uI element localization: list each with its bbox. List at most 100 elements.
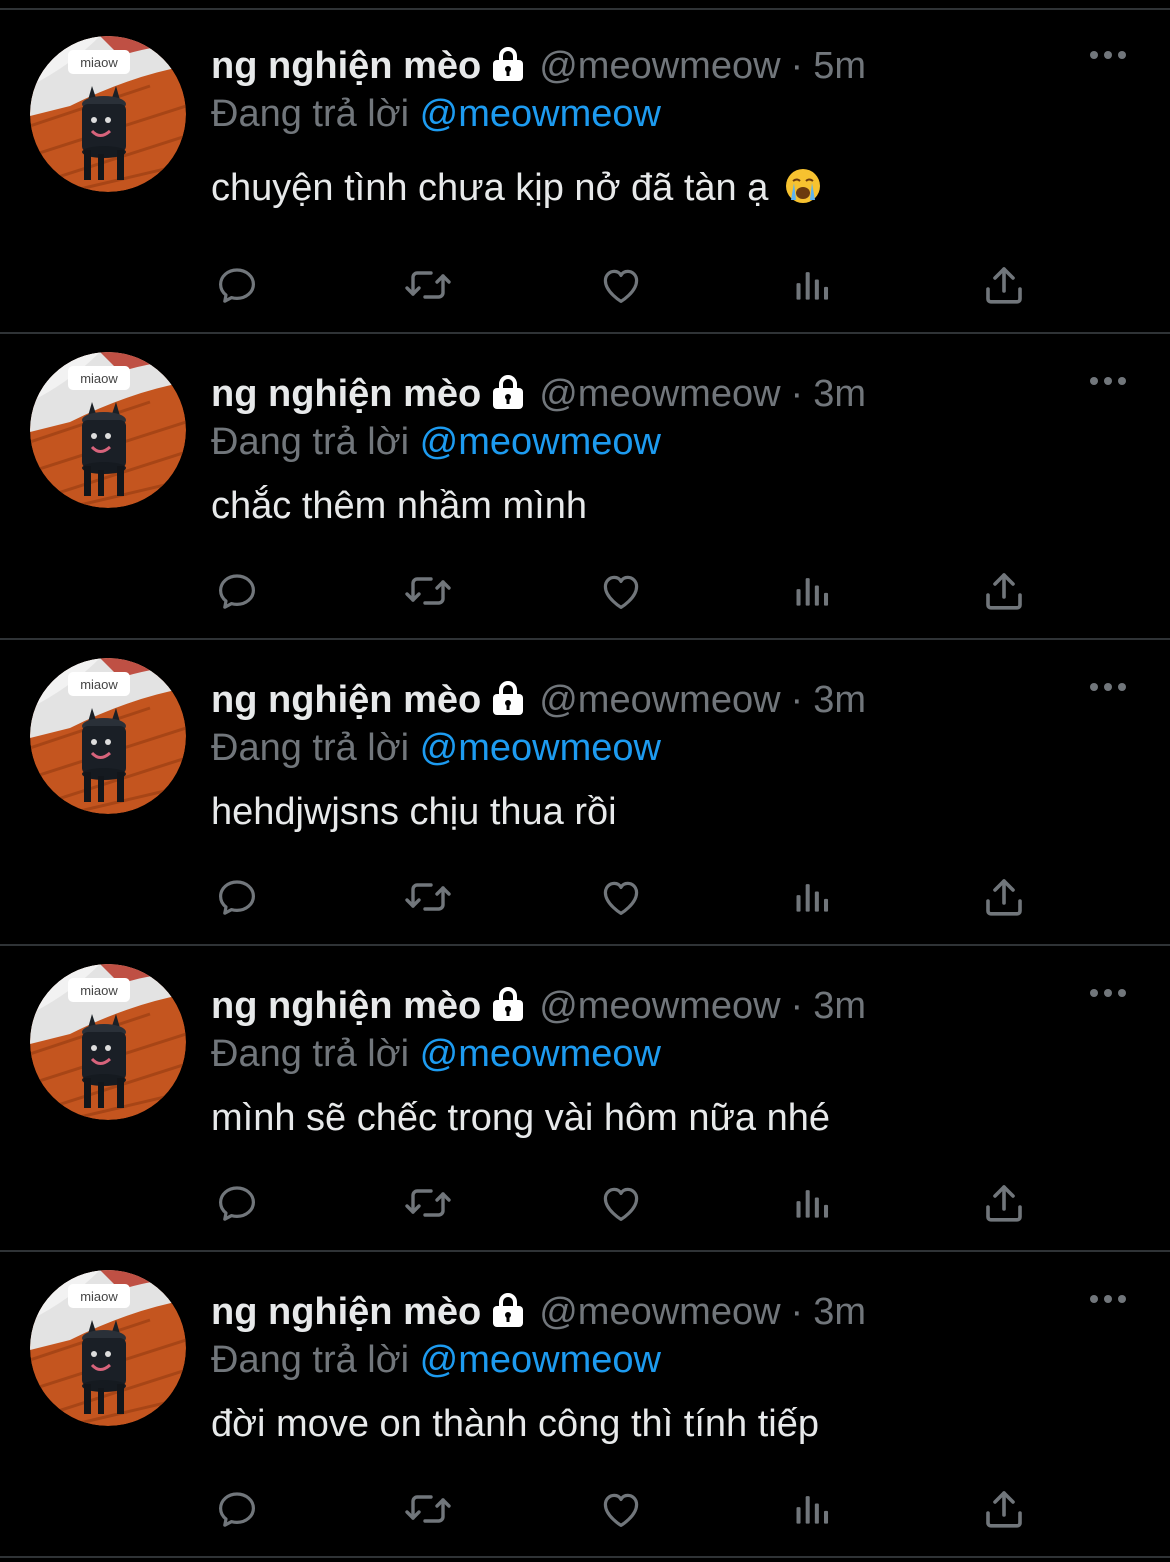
tweet[interactable]: miaow ng nghiện mèo @meowmeow · 3m Đang trả l…: [0, 334, 1170, 640]
timestamp[interactable]: 3m: [813, 985, 866, 1027]
mention-link[interactable]: @meowmeow: [420, 93, 661, 135]
more-options-icon[interactable]: [1088, 374, 1128, 392]
like-button[interactable]: [596, 566, 646, 616]
retweet-button[interactable]: [403, 1178, 453, 1228]
timestamp[interactable]: 3m: [813, 1291, 866, 1333]
share-button[interactable]: [979, 1484, 1029, 1534]
like-button[interactable]: [596, 1484, 646, 1534]
reply-icon: [213, 567, 261, 615]
tweet-text: mình sẽ chếc trong vài hôm nữa nhé: [211, 1096, 830, 1140]
views-button[interactable]: [788, 1484, 838, 1534]
share-button[interactable]: [979, 1178, 1029, 1228]
more-options-icon[interactable]: [1088, 1292, 1128, 1310]
tweet-actions: [0, 566, 1170, 616]
retweet-button[interactable]: [403, 566, 453, 616]
tweet[interactable]: miaow ng nghiện mèo @meowmeow · 3m Đang trả l…: [0, 1252, 1170, 1558]
timestamp[interactable]: 3m: [813, 679, 866, 721]
tweet[interactable]: miaow ng nghiện mèo @meowmeow · 5m Đang trả l…: [0, 0, 1170, 334]
reply-button[interactable]: [212, 872, 262, 922]
user-handle[interactable]: @meowmeow: [539, 1291, 780, 1333]
avatar[interactable]: miaow: [30, 352, 186, 508]
display-name[interactable]: ng nghiện mèo: [211, 1291, 481, 1333]
avatar[interactable]: miaow: [30, 658, 186, 814]
reply-button[interactable]: [212, 1178, 262, 1228]
share-icon: [980, 873, 1028, 921]
separator-dot: ·: [790, 679, 804, 721]
reply-icon: [213, 873, 261, 921]
share-button[interactable]: [979, 566, 1029, 616]
mention-link[interactable]: @meowmeow: [420, 1033, 661, 1075]
retweet-button[interactable]: [403, 872, 453, 922]
more-options-icon[interactable]: [1088, 680, 1128, 698]
avatar[interactable]: miaow: [30, 36, 186, 192]
like-icon: [597, 1179, 645, 1227]
avatar[interactable]: miaow: [30, 964, 186, 1120]
like-button[interactable]: [596, 260, 646, 310]
views-button[interactable]: [788, 566, 838, 616]
like-button[interactable]: [596, 1178, 646, 1228]
views-button[interactable]: [788, 872, 838, 922]
tweet[interactable]: miaow ng nghiện mèo @meowmeow · 3m Đang trả l…: [0, 640, 1170, 946]
retweet-button[interactable]: [403, 260, 453, 310]
views-icon: [791, 1487, 835, 1531]
share-button[interactable]: [979, 872, 1029, 922]
loudly-crying-face-icon: [783, 166, 823, 216]
reply-button[interactable]: [212, 566, 262, 616]
like-icon: [597, 567, 645, 615]
user-handle[interactable]: @meowmeow: [539, 373, 780, 415]
tweet-header: ng nghiện mèo @meowmeow · 3m: [211, 984, 866, 1032]
tweet-actions: [0, 260, 1170, 310]
tweet-header: ng nghiện mèo @meowmeow · 5m: [211, 44, 866, 92]
retweet-icon: [401, 261, 455, 309]
reply-icon: [213, 261, 261, 309]
retweet-icon: [401, 873, 455, 921]
separator-dot: ·: [790, 985, 804, 1027]
share-icon: [980, 1179, 1028, 1227]
lock-icon: [489, 374, 527, 420]
views-icon: [791, 569, 835, 613]
tweet-text: đời move on thành công thì tính tiếp: [211, 1402, 819, 1446]
retweet-icon: [401, 567, 455, 615]
reply-prefix: Đang trả lời: [211, 1339, 410, 1381]
display-name[interactable]: ng nghiện mèo: [211, 373, 481, 415]
retweet-button[interactable]: [403, 1484, 453, 1534]
svg-text:miaow: miaow: [80, 55, 118, 70]
reply-prefix: Đang trả lời: [211, 727, 410, 769]
replying-to: Đang trả lời @meowmeow: [211, 420, 661, 464]
user-handle[interactable]: @meowmeow: [539, 679, 780, 721]
views-button[interactable]: [788, 260, 838, 310]
tweet-text-content: mình sẽ chếc trong vài hôm nữa nhé: [211, 1097, 831, 1139]
share-icon: [980, 1485, 1028, 1533]
svg-text:miaow: miaow: [80, 1289, 118, 1304]
more-options-icon[interactable]: [1088, 48, 1128, 66]
replying-to: Đang trả lời @meowmeow: [211, 1338, 661, 1382]
user-handle[interactable]: @meowmeow: [539, 45, 780, 87]
mention-link[interactable]: @meowmeow: [420, 727, 661, 769]
mention-link[interactable]: @meowmeow: [420, 421, 661, 463]
display-name[interactable]: ng nghiện mèo: [211, 45, 481, 87]
tweet-text-content: chuyện tình chưa kịp nở đã tàn ạ: [211, 167, 769, 209]
tweet[interactable]: miaow ng nghiện mèo @meowmeow · 3m Đang trả l…: [0, 946, 1170, 1252]
like-button[interactable]: [596, 872, 646, 922]
retweet-icon: [401, 1179, 455, 1227]
replying-to: Đang trả lời @meowmeow: [211, 1032, 661, 1076]
user-handle[interactable]: @meowmeow: [539, 985, 780, 1027]
timestamp[interactable]: 5m: [813, 45, 866, 87]
views-icon: [791, 263, 835, 307]
avatar[interactable]: miaow: [30, 1270, 186, 1426]
separator-dot: ·: [790, 373, 804, 415]
reply-button[interactable]: [212, 1484, 262, 1534]
reply-icon: [213, 1485, 261, 1533]
more-options-icon[interactable]: [1088, 986, 1128, 1004]
share-button[interactable]: [979, 260, 1029, 310]
display-name[interactable]: ng nghiện mèo: [211, 985, 481, 1027]
display-name[interactable]: ng nghiện mèo: [211, 679, 481, 721]
lock-icon: [489, 46, 527, 92]
lock-icon: [489, 1292, 527, 1338]
timestamp[interactable]: 3m: [813, 373, 866, 415]
reply-prefix: Đang trả lời: [211, 421, 410, 463]
mention-link[interactable]: @meowmeow: [420, 1339, 661, 1381]
tweet-text-content: chắc thêm nhầm mình: [211, 485, 587, 527]
reply-button[interactable]: [212, 260, 262, 310]
views-button[interactable]: [788, 1178, 838, 1228]
